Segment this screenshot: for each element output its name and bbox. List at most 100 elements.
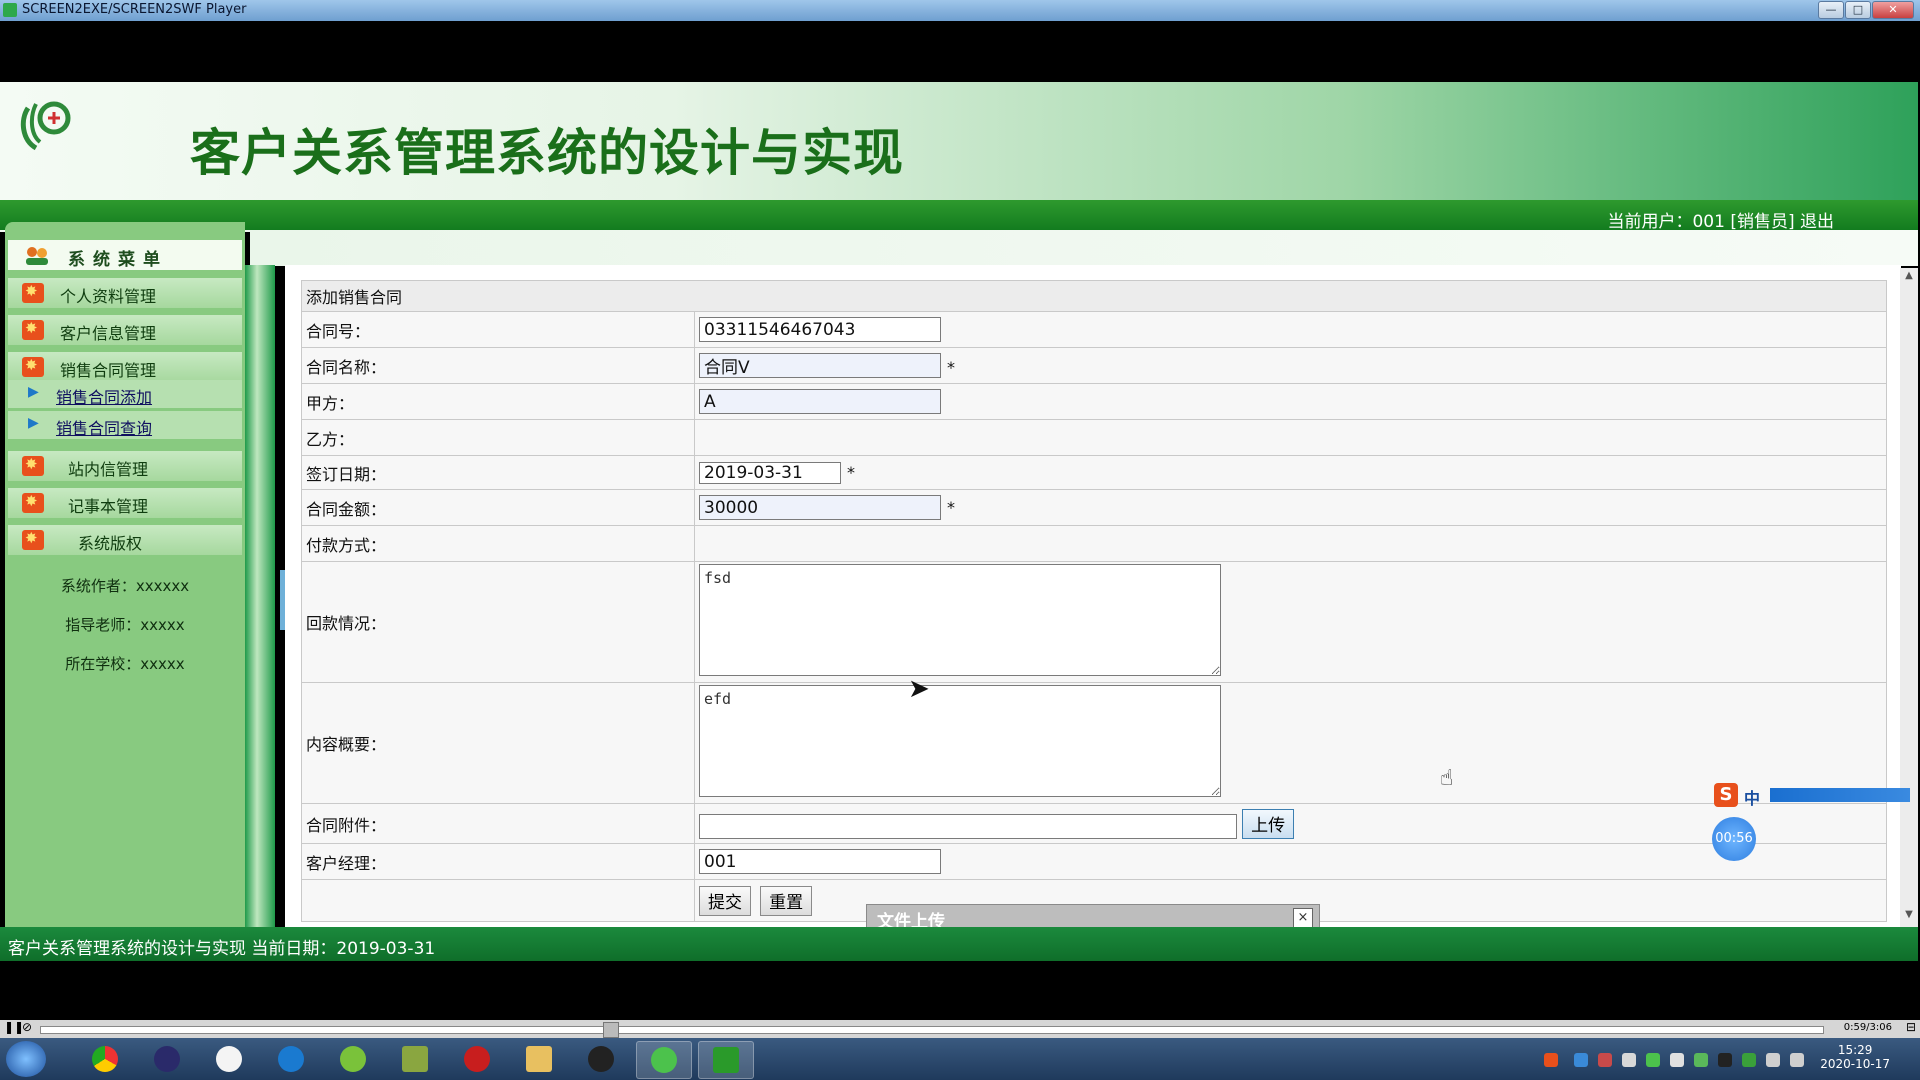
label-payment: 付款方式： — [301, 525, 695, 562]
status-text: 客户关系管理系统的设计与实现 当前日期：2019-03-31 — [8, 939, 436, 959]
menu-personal[interactable]: 个人资料管理 — [8, 278, 242, 308]
tray-icon[interactable] — [1598, 1053, 1612, 1067]
qq-taskbar-button[interactable] — [574, 1041, 628, 1077]
player-bar: ❚❚ ⊘ 0:59/3:06 ⊟ — [0, 1020, 1920, 1038]
folder-taskbar-button[interactable] — [512, 1041, 566, 1077]
ime-tray-icon[interactable] — [1544, 1053, 1558, 1067]
wechat-taskbar-button[interactable] — [636, 1041, 692, 1079]
mouse-pointer-icon: ➤ — [908, 674, 930, 704]
monitor-icon[interactable] — [1790, 1053, 1804, 1067]
window-titlebar[interactable]: SCREEN2EXE/SCREEN2SWF Player — □ ✕ — [0, 0, 1920, 21]
submenu-link[interactable]: 销售合同添加 — [56, 384, 152, 408]
manager-input[interactable] — [699, 849, 941, 874]
sidebar-title: 系统菜单 — [8, 240, 242, 270]
contract-no-input[interactable] — [699, 317, 941, 342]
attachment-input[interactable] — [699, 813, 1237, 839]
refund-textarea[interactable]: fsd — [699, 564, 1221, 676]
contract-name-input[interactable] — [699, 353, 941, 378]
seek-track[interactable] — [40, 1026, 1824, 1034]
label-party-a: 甲方： — [301, 383, 695, 420]
scroll-up-icon[interactable]: ▲ — [1900, 270, 1918, 286]
stop-icon[interactable]: ⊘ — [22, 1020, 32, 1034]
player-taskbar-button[interactable] — [698, 1041, 754, 1079]
required-mark: * — [847, 462, 855, 482]
minimize-button[interactable]: — — [1818, 1, 1844, 19]
ime-toolbar[interactable]: S 中 — [1714, 783, 1920, 809]
required-mark: * — [947, 358, 955, 377]
triangle-right-icon: ▶ — [28, 384, 39, 400]
star-icon — [22, 356, 44, 377]
ime-tools-icon[interactable] — [1770, 788, 1910, 802]
summary-textarea[interactable]: efd — [699, 685, 1221, 797]
page-title: 客户关系管理系统的设计与实现 — [190, 124, 904, 182]
app-taskbar-button[interactable] — [202, 1041, 256, 1077]
clock-date: 2020-10-17 — [1820, 1057, 1890, 1071]
wechat-tray-icon[interactable] — [1646, 1053, 1660, 1067]
info-author: 系统作者：xxxxxx — [60, 577, 190, 595]
volume-icon[interactable] — [1670, 1053, 1684, 1067]
reset-button[interactable]: 重置 — [760, 885, 813, 916]
eclipse-taskbar-button[interactable] — [140, 1041, 194, 1077]
menu-label: 记事本管理 — [68, 497, 149, 516]
ime-mode[interactable]: 中 — [1744, 785, 1760, 809]
browser-taskbar-button[interactable] — [264, 1041, 318, 1077]
menu-messages[interactable]: 站内信管理 — [8, 451, 242, 481]
submenu-contract-add[interactable]: ▶ 销售合同添加 — [8, 380, 242, 408]
label-contract-name: 合同名称： — [301, 347, 695, 384]
player-time: 0:59/3:06 — [1843, 1022, 1892, 1033]
label-manager: 客户经理： — [301, 843, 695, 880]
network-icon[interactable] — [1694, 1053, 1708, 1067]
player-menu-icon[interactable]: ⊟ — [1906, 1020, 1916, 1034]
tray-icon[interactable] — [1742, 1053, 1756, 1067]
menu-label: 个人资料管理 — [60, 287, 157, 306]
menu-label: 站内信管理 — [68, 460, 149, 479]
vertical-scrollbar[interactable]: ▲ ▼ — [1900, 268, 1918, 927]
star-icon — [22, 455, 44, 476]
menu-label: 销售合同管理 — [60, 361, 157, 380]
system-clock[interactable]: 15:29 2020-10-17 — [1820, 1043, 1890, 1071]
seek-handle[interactable] — [603, 1022, 619, 1038]
close-button[interactable]: ✕ — [1872, 1, 1914, 19]
party-a-input[interactable] — [699, 389, 941, 414]
sign-date-input[interactable] — [699, 461, 841, 484]
user-info: 当前用户：001 [销售员] 退出 — [1607, 207, 1834, 232]
menu-customer[interactable]: 客户信息管理 — [8, 315, 242, 345]
logout-link[interactable]: 退出 — [1800, 212, 1834, 232]
menu-copyright[interactable]: 系统版权 — [8, 525, 242, 555]
leaf-taskbar-button[interactable] — [326, 1041, 380, 1077]
menu-label: 客户信息管理 — [60, 324, 157, 343]
window-title: SCREEN2EXE/SCREEN2SWF Player — [22, 2, 247, 17]
submenu-contract-query[interactable]: ▶ 销售合同查询 — [8, 411, 242, 439]
windows-start-button[interactable] — [6, 1041, 46, 1077]
submenu-link[interactable]: 销售合同查询 — [56, 415, 152, 439]
amount-input[interactable] — [699, 495, 941, 520]
tray-icon[interactable] — [1574, 1053, 1588, 1067]
scroll-down-icon[interactable]: ▼ — [1900, 909, 1918, 925]
label-amount: 合同金额： — [301, 489, 695, 526]
user-group-icon — [24, 245, 50, 265]
upload-button[interactable]: 上传 — [1242, 808, 1295, 839]
shield-icon[interactable] — [1622, 1053, 1636, 1067]
maximize-button[interactable]: □ — [1845, 1, 1871, 19]
close-icon[interactable]: × — [1293, 908, 1313, 928]
main-content: 添加销售合同 合同号： 合同名称： * 甲方： 乙方： 签订日期： * 合同金额… — [285, 265, 1901, 927]
actions-label-cell — [301, 879, 695, 922]
hand-pointer-icon: ☝ — [1440, 766, 1454, 791]
flash-taskbar-button[interactable] — [450, 1041, 504, 1077]
menu-contract[interactable]: 销售合同管理 — [8, 352, 242, 382]
info-school: 所在学校：xxxxx — [65, 655, 185, 673]
sidebar-divider — [245, 265, 275, 927]
recording-timer: 00:56 — [1712, 817, 1756, 861]
star-icon — [22, 319, 44, 340]
contract-form: 添加销售合同 合同号： 合同名称： * 甲方： 乙方： 签订日期： * 合同金额… — [301, 280, 1887, 922]
form-heading: 添加销售合同 — [301, 280, 1887, 312]
speaker-icon[interactable] — [1766, 1053, 1780, 1067]
app-icon — [3, 3, 17, 17]
chrome-taskbar-button[interactable] — [78, 1041, 132, 1077]
qq-tray-icon[interactable] — [1718, 1053, 1732, 1067]
required-mark: * — [947, 497, 955, 517]
editor-taskbar-button[interactable] — [388, 1041, 442, 1077]
submit-button[interactable]: 提交 — [699, 885, 751, 916]
menu-notepad[interactable]: 记事本管理 — [8, 488, 242, 518]
label-contract-no: 合同号： — [301, 311, 695, 348]
